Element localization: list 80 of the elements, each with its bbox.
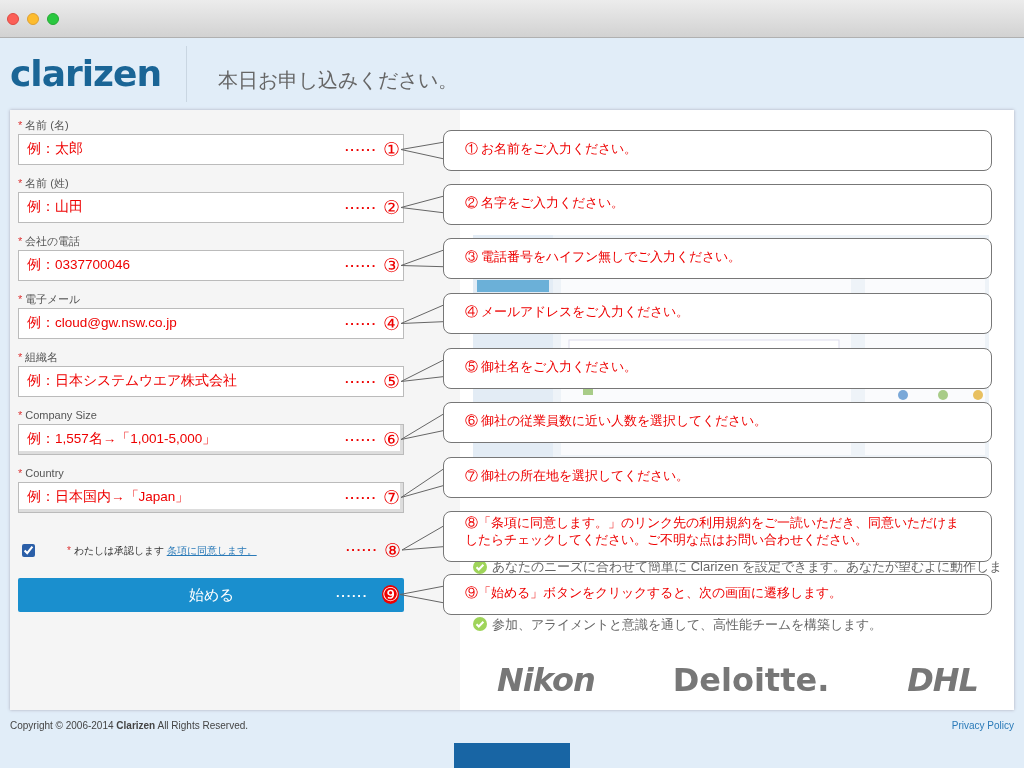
input-field[interactable]: 例：太郎 ······ ① (18, 134, 404, 165)
input-field[interactable]: 例：cloud@gw.nsw.co.jp ······ ④ (18, 308, 404, 339)
field-label: 組織名 (25, 350, 59, 365)
client-logo: Deloitte. (672, 660, 830, 701)
select-field[interactable]: 例：1,557名→「1,001-5,000」 ······ ⑥ (18, 424, 404, 455)
leader-line (400, 413, 444, 440)
checkbox[interactable] (22, 543, 35, 557)
leader-line (400, 359, 444, 382)
annotation-dots: ······ (345, 198, 377, 217)
field-value: 例：日本システムウエア株式会社 (26, 372, 238, 391)
annotation-dots: ······ (345, 488, 377, 507)
callout: ⑨「始める」ボタンをクリックすると、次の画面に遷移します。 (443, 574, 992, 615)
field-label: 電子メール (25, 292, 81, 307)
privacy-link[interactable]: Privacy Policy (951, 718, 1014, 733)
field-label: Company Size (25, 408, 97, 423)
check-icon (473, 617, 488, 632)
field-label: 会社の電話 (25, 234, 81, 249)
annotation-number: ⑥ (383, 430, 400, 449)
required-mark: * (18, 234, 23, 249)
callout: ② 名字をご入力ください。 (443, 184, 992, 225)
copyright-text: Copyright © 2006-2014 Clarizen All Rights Reserved. (10, 719, 249, 733)
zoom-button[interactable] (47, 12, 59, 25)
annotation-dots: ······ (345, 372, 377, 391)
callout: ① お名前をご入力ください。 (443, 130, 992, 171)
annotation-dots: ······ (345, 430, 377, 449)
annotation-number: ③ (383, 256, 400, 275)
annotation-number: ④ (383, 314, 400, 333)
input-field[interactable]: 例：0337700046 ······ ③ (18, 250, 404, 281)
logo[interactable]: clarizen (10, 47, 186, 101)
client-logo: Nikon (497, 660, 595, 701)
callout: ⑥ 御社の従業員数に近い人数を選択してください。 (443, 402, 992, 443)
input-field[interactable]: 例：日本システムウエア株式会社 ······ ⑤ (18, 366, 404, 397)
callout: ③ 電話番号をハイフン無しでご入力ください。 (443, 238, 992, 279)
callout: ④ メールアドレスをご入力ください。 (443, 293, 992, 334)
required-mark: * (18, 350, 23, 365)
annotation-number: ⑧ (384, 540, 401, 560)
leader-line (399, 585, 444, 604)
leader-line (400, 249, 444, 268)
annotation-dots: ······ (345, 140, 377, 159)
leader-line (400, 304, 444, 324)
required-mark: * (18, 466, 23, 481)
minimize-button[interactable] (27, 12, 39, 25)
field-value: 例：0337700046 (26, 256, 132, 275)
benefit-text: 参加、アライメントと意識を通して、高性能チームを構築します。 (492, 615, 883, 634)
leader-line (400, 468, 444, 498)
annotation-number: ② (383, 198, 400, 217)
input-field[interactable]: 例：山田 ······ ② (18, 192, 404, 223)
field-value: 例：山田 (26, 198, 84, 217)
leader-line (401, 525, 444, 551)
client-logo: DHL (907, 660, 978, 701)
required-mark: * (18, 408, 23, 423)
callout: ⑧「条項に同意します。」のリンク先の利用規約をご一読いただき、同意いただけましたらチェックしてください。ご不明な点はお問い合わせください。 (443, 511, 992, 562)
annotation-number: ⑨ (382, 585, 399, 604)
field-value: 例：cloud@gw.nsw.co.jp (26, 314, 178, 333)
terms-link[interactable]: 条項に同意します。 (166, 544, 257, 556)
annotation-dots: ······ (345, 256, 377, 275)
select-field[interactable]: 例：日本国内→「Japan」 ······ ⑦ (18, 482, 404, 513)
field-value: 例：日本国内→「Japan」 (26, 488, 191, 507)
page-title: 本日お申し込みください。 (218, 68, 458, 93)
field-label: 名前 (名) (25, 118, 69, 133)
annotation-dots: ······ (336, 587, 368, 605)
required-mark: * (18, 176, 23, 191)
field-value: 例：太郎 (26, 140, 84, 159)
callout: ⑦ 御社の所在地を選択してください。 (443, 457, 992, 498)
field-label: Country (25, 466, 64, 481)
annotation-number: ⑤ (383, 372, 400, 391)
annotation-number: ① (383, 140, 400, 159)
required-mark: * (18, 118, 23, 133)
annotation-dots: ······ (345, 314, 377, 333)
start-button[interactable]: 始める ······ ⑨ (18, 578, 404, 612)
required-mark: * (18, 292, 23, 307)
close-button[interactable] (7, 12, 19, 25)
field-label: 名前 (姓) (25, 176, 69, 191)
annotation-dots: ······ (346, 541, 378, 560)
agreement-text: * わたしは承認します 条項に同意します。 (67, 543, 258, 558)
callout: ⑤ 御社名をご入力ください。 (443, 348, 992, 389)
leader-line (400, 195, 444, 214)
annotation-number: ⑦ (383, 488, 400, 507)
leader-line (400, 141, 444, 160)
field-value: 例：1,557名→「1,001-5,000」 (26, 430, 218, 449)
